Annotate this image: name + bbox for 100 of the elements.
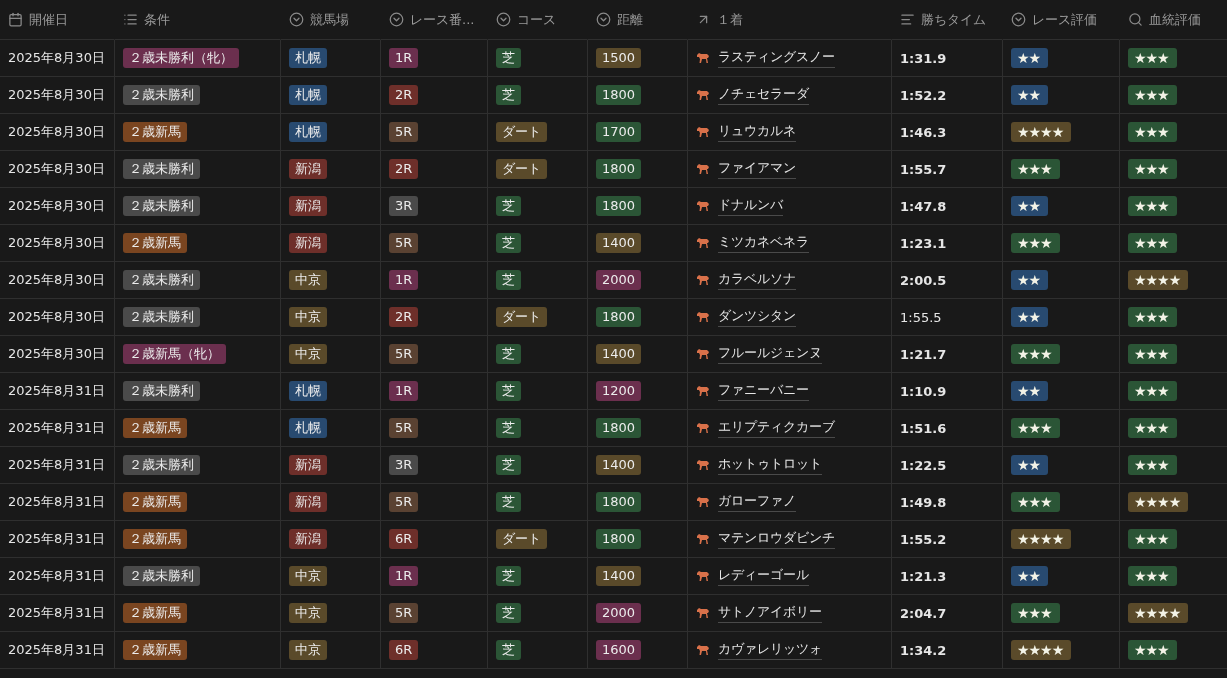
pedigree-rating-tag: ★★★ xyxy=(1128,85,1177,105)
date-text: 2025年8月31日 xyxy=(8,604,105,622)
race-number-tag: 2R xyxy=(389,307,419,327)
venue-tag: 札幌 xyxy=(289,122,327,142)
race-rating-tag: ★★★ xyxy=(1011,159,1060,179)
date-text: 2025年8月30日 xyxy=(8,49,105,67)
column-label: 勝ちタイム xyxy=(921,10,986,29)
horse-icon xyxy=(696,459,710,471)
winner-link[interactable]: カヴァレリッツォ xyxy=(718,640,822,660)
race-rating-tag: ★★★ xyxy=(1011,233,1060,253)
winner-link[interactable]: ノチェセラーダ xyxy=(718,85,809,105)
column-header[interactable]: 条件 xyxy=(114,0,280,40)
win-time: 1:21.3 xyxy=(900,568,947,584)
winner-link[interactable]: リュウカルネ xyxy=(718,122,796,142)
condition-tag: ２歳新馬 xyxy=(123,640,187,660)
pedigree-rating-tag: ★★★ xyxy=(1128,307,1177,327)
horse-icon xyxy=(696,274,710,286)
race-number-tag: 2R xyxy=(389,85,419,105)
condition-tag: ２歳新馬 xyxy=(123,603,187,623)
venue-tag: 中京 xyxy=(289,270,327,290)
race-rating-tag: ★★ xyxy=(1011,307,1049,327)
race-number-tag: 5R xyxy=(389,344,419,364)
text-lines-icon xyxy=(900,12,915,27)
winner-link[interactable]: マテンロウダビンチ xyxy=(718,529,835,549)
chevron-circle-icon xyxy=(596,12,611,27)
race-rating-tag: ★★★★ xyxy=(1011,640,1072,660)
course-tag: ダート xyxy=(496,307,547,327)
distance-tag: 1800 xyxy=(596,307,642,327)
date-text: 2025年8月30日 xyxy=(8,234,105,252)
horse-icon xyxy=(696,607,710,619)
venue-tag: 新潟 xyxy=(289,529,327,549)
horse-icon xyxy=(696,348,710,360)
race-number-tag: 1R xyxy=(389,48,419,68)
winner-link[interactable]: エリプティクカーブ xyxy=(718,418,835,438)
distance-tag: 2000 xyxy=(596,603,642,623)
win-time: 2:04.7 xyxy=(900,605,947,621)
horse-icon xyxy=(696,496,710,508)
winner-link[interactable]: ファイアマン xyxy=(718,159,796,179)
column-header[interactable]: 勝ちタイム xyxy=(891,0,1002,40)
race-number-tag: 1R xyxy=(389,566,419,586)
win-time: 1:22.5 xyxy=(900,457,947,473)
winner-link[interactable]: ホットゥトロット xyxy=(718,455,822,475)
column-header[interactable]: １着 xyxy=(687,0,891,40)
winner-link[interactable]: ドナルンバ xyxy=(718,196,783,216)
venue-tag: 中京 xyxy=(289,566,327,586)
course-tag: 芝 xyxy=(496,492,521,512)
win-time: 1:55.2 xyxy=(900,531,947,547)
column-header[interactable]: レース評価 xyxy=(1002,0,1119,40)
course-tag: 芝 xyxy=(496,381,521,401)
distance-tag: 1800 xyxy=(596,492,642,512)
race-number-tag: 6R xyxy=(389,640,419,660)
column-header[interactable]: 距離 xyxy=(587,0,687,40)
venue-tag: 新潟 xyxy=(289,159,327,179)
column-header[interactable]: 競馬場 xyxy=(280,0,380,40)
column-header[interactable]: コース xyxy=(487,0,587,40)
column-header[interactable]: レース番... xyxy=(380,0,487,40)
course-tag: 芝 xyxy=(496,48,521,68)
column-label: レース評価 xyxy=(1032,10,1097,29)
winner-link[interactable]: サトノアイボリー xyxy=(718,603,822,623)
pedigree-rating-tag: ★★★ xyxy=(1128,455,1177,475)
winner-link[interactable]: ダンツシタン xyxy=(718,307,796,327)
distance-tag: 1500 xyxy=(596,48,642,68)
venue-tag: 新潟 xyxy=(289,196,327,216)
column-header[interactable]: 開催日 xyxy=(0,0,114,40)
race-rating-tag: ★★★ xyxy=(1011,418,1060,438)
race-number-tag: 1R xyxy=(389,270,419,290)
race-number-tag: 1R xyxy=(389,381,419,401)
column-header[interactable]: 血統評価 xyxy=(1119,0,1227,40)
win-time: 1:21.7 xyxy=(900,346,947,362)
chevron-circle-icon xyxy=(1011,12,1026,27)
course-tag: ダート xyxy=(496,122,547,142)
race-number-tag: 6R xyxy=(389,529,419,549)
course-tag: 芝 xyxy=(496,455,521,475)
chevron-circle-icon xyxy=(496,12,511,27)
condition-tag: ２歳未勝利 xyxy=(123,566,200,586)
date-text: 2025年8月31日 xyxy=(8,567,105,585)
chevron-circle-icon xyxy=(389,12,404,27)
search-icon xyxy=(1128,12,1143,27)
winner-link[interactable]: ラスティングスノー xyxy=(718,48,835,68)
date-text: 2025年8月30日 xyxy=(8,345,105,363)
win-time: 1:10.9 xyxy=(900,383,947,399)
winner-link[interactable]: カラベルソナ xyxy=(718,270,796,290)
winner-link[interactable]: ファニーバニー xyxy=(718,381,809,401)
condition-tag: ２歳新馬 xyxy=(123,418,187,438)
race-number-tag: 3R xyxy=(389,455,419,475)
distance-tag: 1800 xyxy=(596,85,642,105)
race-number-tag: 2R xyxy=(389,159,419,179)
winner-link[interactable]: フルールジェンヌ xyxy=(718,344,822,364)
venue-tag: 札幌 xyxy=(289,48,327,68)
date-text: 2025年8月31日 xyxy=(8,641,105,659)
course-tag: ダート xyxy=(496,159,547,179)
winner-link[interactable]: レディーゴール xyxy=(718,566,809,586)
horse-icon xyxy=(696,89,710,101)
condition-tag: ２歳未勝利（牝） xyxy=(123,48,239,68)
race-rating-tag: ★★★ xyxy=(1011,492,1060,512)
pedigree-rating-tag: ★★★ xyxy=(1128,196,1177,216)
win-time: 1:55.5 xyxy=(900,309,942,325)
horse-icon xyxy=(696,52,710,64)
winner-link[interactable]: ガローファノ xyxy=(718,492,796,512)
winner-link[interactable]: ミツカネベネラ xyxy=(718,233,809,253)
